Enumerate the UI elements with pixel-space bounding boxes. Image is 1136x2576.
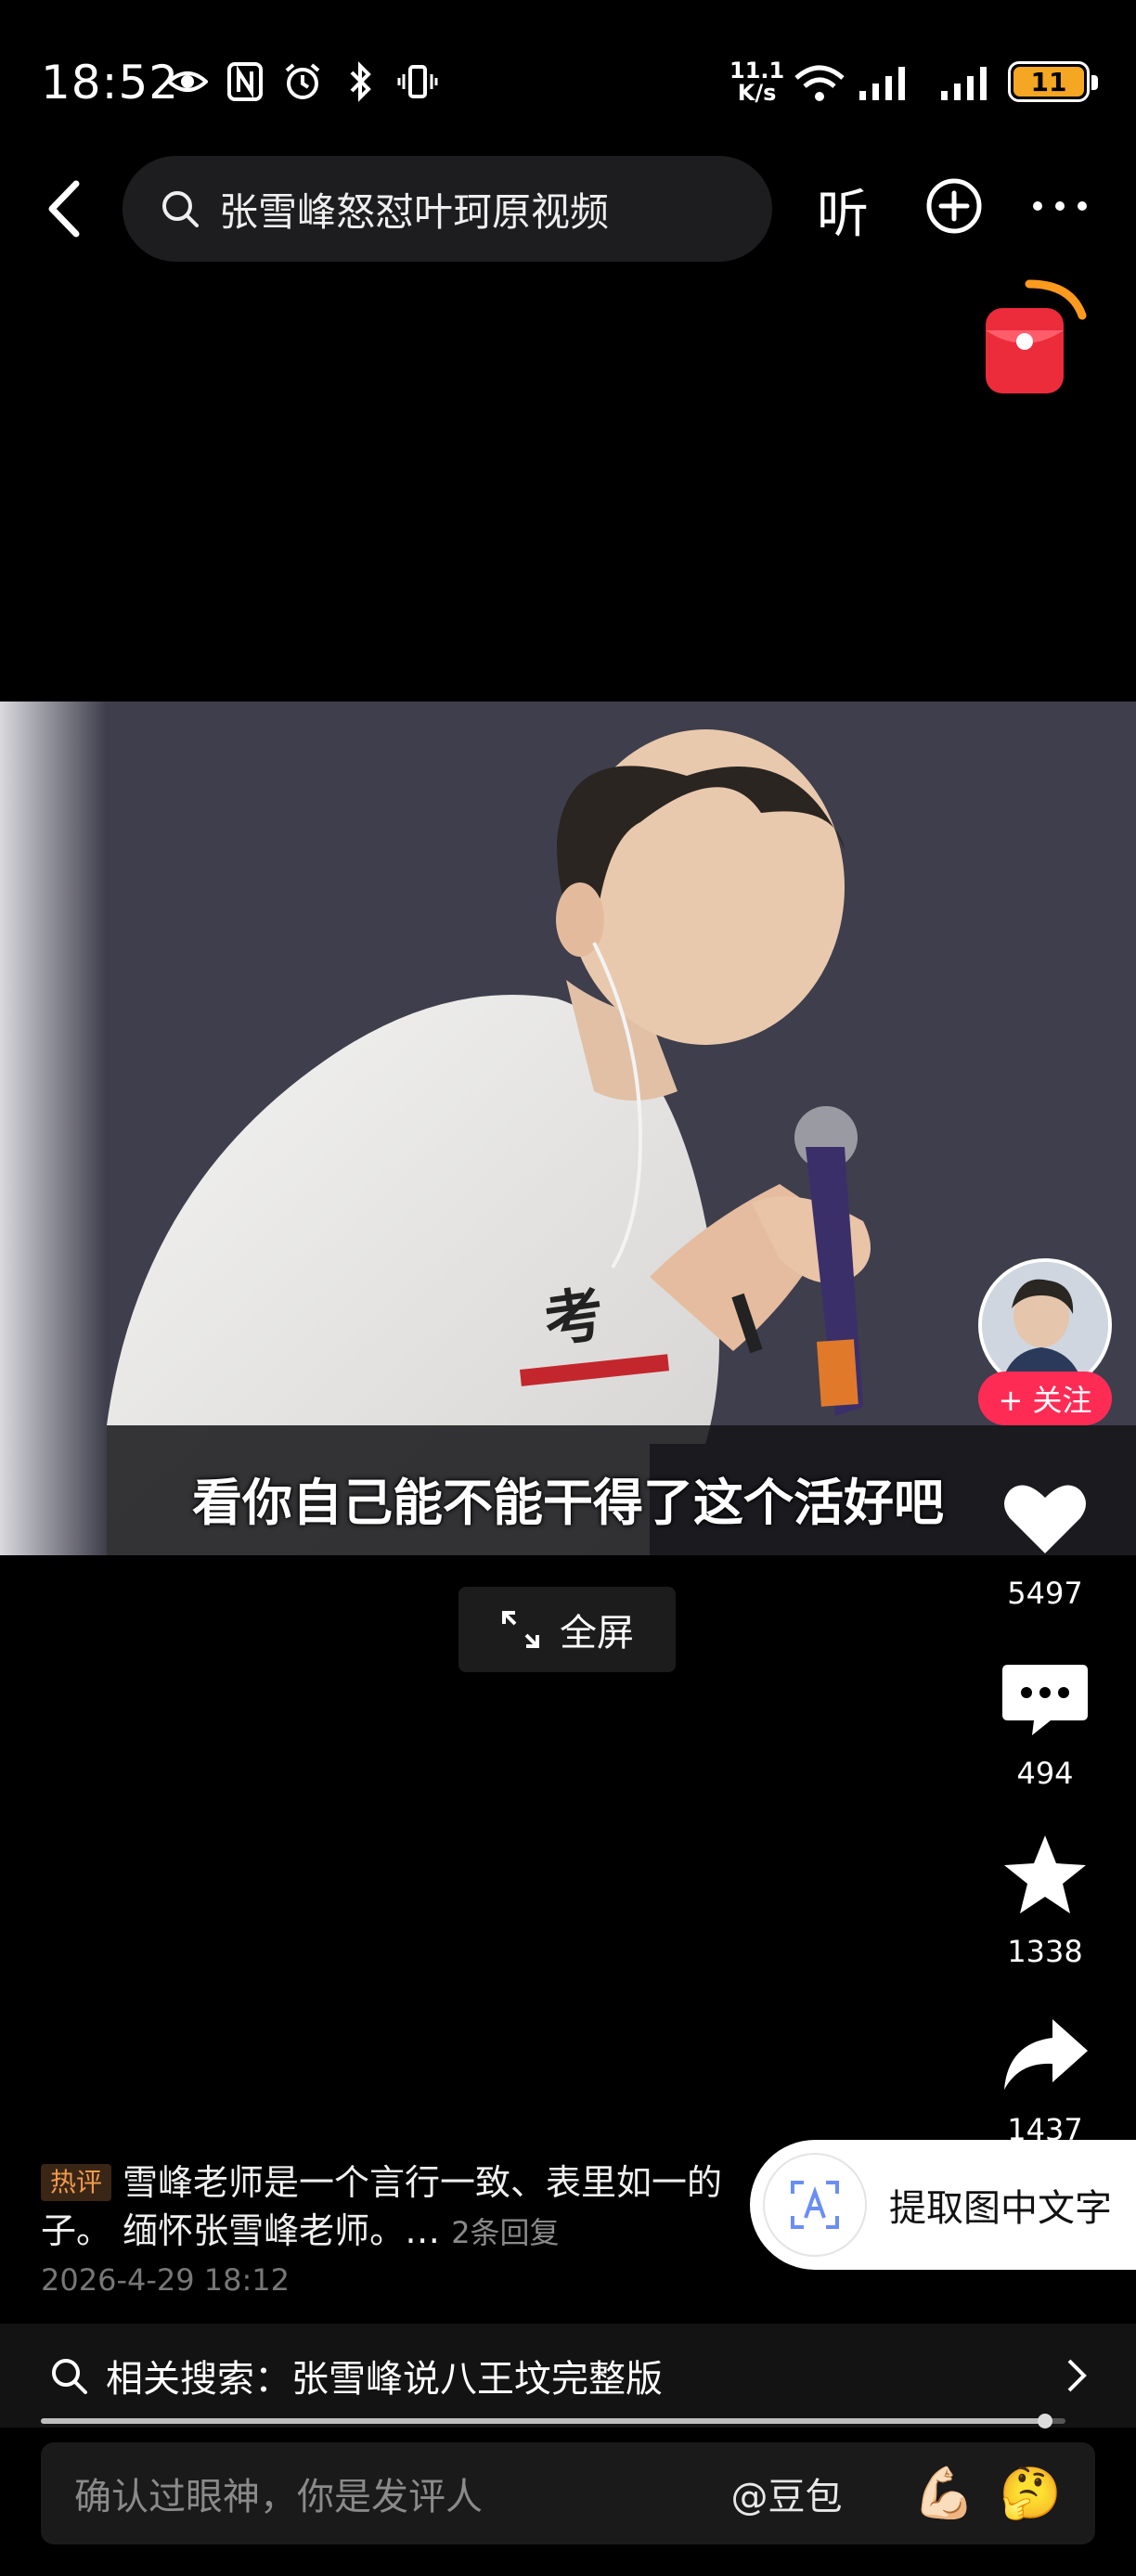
more-dots-icon [1033,201,1087,211]
nfc-icon [225,61,265,102]
network-speed: 11.1 K/s [729,58,785,106]
vibrate-icon [397,61,438,102]
comment-count: 494 [1016,1756,1074,1791]
eye-icon [167,61,208,102]
follow-button[interactable]: + 关注 [978,1372,1112,1425]
status-time: 18:52 [41,56,180,109]
extract-text-button[interactable]: 提取图中文字 [750,2140,1136,2270]
bluetooth-icon [340,61,381,102]
progress-fill [41,2418,1045,2424]
like-action[interactable]: 5497 [988,1472,1103,1611]
fullscreen-label: 全屏 [560,1612,634,1655]
text-scan-icon [763,2153,867,2257]
comment-action[interactable]: 494 [988,1652,1103,1791]
battery-indicator: 11 [1008,61,1098,102]
search-icon [52,2359,87,2394]
share-action[interactable]: 1437 [988,2008,1103,2147]
comment-timestamp: 2026-4-29 18:12 [41,2262,290,2298]
chevron-right-icon [1067,2359,1087,2392]
video-frame: 考 [0,702,1136,1555]
wifi-icon [793,63,846,108]
shirt-print: 考 [540,1281,609,1357]
hot-comment-text-line2: 子。 缅怀张雪峰老师。… [41,2210,441,2251]
expand-icon [502,1611,539,1648]
progress-handle[interactable] [1037,2414,1052,2428]
more-button[interactable] [1030,176,1090,236]
hot-comment-text: 雪峰老师是一个言行一致、表里如一的 [123,2162,723,2203]
status-bar: 18:52 11.1 K/s 11 [0,0,1136,139]
avatar-image [982,1262,1108,1388]
share-arrow-icon [1004,2019,1088,2090]
status-icons [167,61,438,102]
back-arrow-icon [48,180,80,238]
hot-comment-tag: 热评 [41,2164,112,2201]
alarm-icon [282,61,323,102]
favorite-action[interactable]: 1338 [988,1830,1103,1969]
listen-button[interactable]: 听 [817,173,869,248]
battery-level: 11 [1013,67,1084,97]
fullscreen-button[interactable]: 全屏 [458,1587,676,1672]
red-packet-icon [986,279,1087,393]
comment-input[interactable]: 确认过眼神，你是发评人 @豆包 💪🏻 🤔 [41,2442,1095,2544]
flexed-arm-emoji-icon[interactable]: 💪🏻 [913,2464,975,2523]
playback-progress[interactable] [41,2414,1065,2428]
thinking-emoji-icon[interactable]: 🤔 [1000,2464,1062,2523]
heart-icon [1004,1485,1086,1553]
search-bar[interactable]: 张雪峰怒怼叶珂原视频 [123,156,772,262]
mention-button[interactable]: @豆包 [731,2467,843,2520]
favorite-count: 1338 [1007,1934,1083,1969]
extract-label: 提取图中文字 [889,2187,1112,2230]
plus-circle-icon [926,178,982,234]
add-button[interactable] [924,176,984,236]
comment-placeholder: 确认过眼神，你是发评人 [74,2476,483,2518]
reply-count-link[interactable]: 2条回复 [451,2215,559,2250]
signal-icon-sim2 [939,61,995,106]
video-subtitle: 看你自己能不能干得了这个活好吧 [192,1474,944,1532]
red-packet-button[interactable] [978,277,1090,397]
video-player[interactable]: 考 看你自己能不能干得了这个活好吧 [0,702,1136,1555]
search-icon [162,191,199,227]
star-icon [1004,1835,1086,1913]
comment-bubble-icon [1002,1665,1088,1735]
signal-icon-sim1 [852,61,919,106]
related-search-bar[interactable]: 相关搜索：张雪峰说八王坟完整版 [0,2324,1136,2428]
search-query: 张雪峰怒怼叶珂原视频 [219,188,610,235]
back-button[interactable] [39,176,95,241]
like-count: 5497 [1007,1576,1083,1611]
related-search-text: 相关搜索：张雪峰说八王坟完整版 [106,2358,663,2401]
